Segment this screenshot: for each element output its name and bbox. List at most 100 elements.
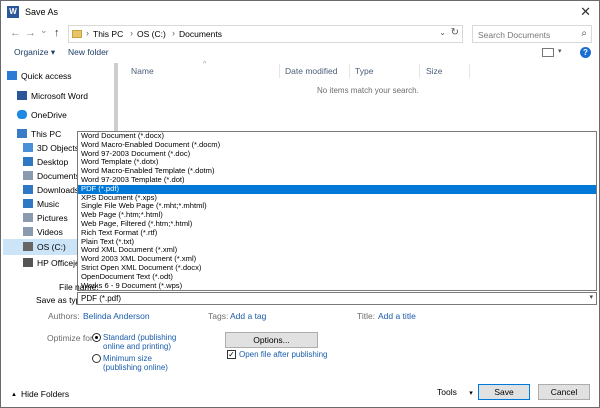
sidebar-item-microsoft-word[interactable]: Microsoft Word [17,91,88,105]
sidebar-item-label: Videos [37,227,63,237]
optimize-minimum-label-line2[interactable]: (publishing online) [103,363,168,372]
close-icon[interactable]: ✕ [580,4,591,20]
authors-label: Authors: [48,311,80,321]
sidebar-item-3d-objects[interactable]: 3D Objects [23,143,79,157]
hide-folders-button[interactable]: ▲ Hide Folders [11,389,69,399]
title-field[interactable]: Add a title [378,311,416,321]
sidebar-item-label: Pictures [37,213,68,223]
view-options-icon[interactable] [542,48,554,57]
dialog-title: Save As [25,7,59,17]
address-row: ← → ⌄ ↑ › This PC › OS (C:) › Documents … [1,23,599,45]
column-divider[interactable] [419,64,420,78]
save-as-type-select[interactable]: PDF (*.pdf) ▾ [77,292,597,305]
column-header-size[interactable]: Size [426,66,443,76]
refresh-icon[interactable]: ↻ [451,27,459,38]
organize-button[interactable]: Organize ▾ [14,47,55,58]
cloud-icon [17,110,27,119]
options-button[interactable]: Options... [225,332,318,348]
save-as-dialog: W Save As ✕ ← → ⌄ ↑ › This PC › OS (C:) … [0,0,600,408]
save-button[interactable]: Save [478,384,530,400]
download-icon [23,185,33,194]
star-icon [7,71,17,80]
sidebar-item-label: OS (C:) [37,242,66,252]
videos-icon [23,227,33,236]
dialog-footer: ▲ Hide Folders Tools ▾ Save Cancel [1,379,599,407]
optimize-standard-label-line2[interactable]: online and printing) [103,342,171,351]
file-name-label: File name: [59,282,99,292]
type-option[interactable]: Works 6 - 9 Document (*.wps) [78,281,596,291]
tools-button[interactable]: Tools ▾ [437,387,473,397]
column-header-name[interactable]: Name [131,66,154,76]
open-after-publishing-label[interactable]: Open file after publishing [239,350,328,359]
optimize-standard-radio[interactable] [92,333,101,342]
help-icon[interactable]: ? [580,47,591,58]
optimize-minimum-radio[interactable] [92,354,101,363]
caret-up-icon: ▲ [11,392,17,398]
breadcrumb-separator: › [130,28,133,38]
sidebar-item-desktop[interactable]: Desktop [23,157,68,171]
drive-icon [23,242,33,251]
cube-icon [23,143,33,152]
hide-folders-label: Hide Folders [20,389,70,399]
forward-arrow-icon[interactable]: → [25,27,36,39]
sidebar-item-label: Desktop [37,157,69,167]
sidebar-item-onedrive[interactable]: OneDrive [17,110,67,124]
sidebar-item-label: Microsoft Word [31,91,88,101]
optimize-minimum-label-line1[interactable]: Minimum size [103,354,152,363]
title-bar: W Save As ✕ [1,1,599,23]
search-placeholder: Search Documents [478,30,551,40]
sidebar-item-label: Documents [37,171,80,181]
column-header-type[interactable]: Type [355,66,373,76]
type-option[interactable]: Word 97-2003 Template (*.dot) [78,175,596,185]
view-dropdown-icon[interactable]: ▾ [558,47,562,55]
sidebar-item-pictures[interactable]: Pictures [23,213,68,227]
authors-field[interactable]: Belinda Anderson [83,311,150,321]
sort-indicator-icon: ^ [203,61,207,68]
sidebar-item-label: Downloads [37,185,80,195]
cancel-button[interactable]: Cancel [538,384,590,400]
back-arrow-icon[interactable]: ← [10,27,21,39]
column-divider[interactable] [279,64,280,78]
optimize-standard-label-line1[interactable]: Standard (publishing [103,333,176,342]
sidebar-item-label: This PC [31,129,62,139]
breadcrumb-os-c[interactable]: OS (C:) [137,29,166,39]
sidebar-item-this-pc[interactable]: This PC [17,129,61,143]
column-divider[interactable] [349,64,350,78]
folder-icon [72,30,82,38]
open-after-publishing-checkbox[interactable]: ✓ [227,350,236,359]
breadcrumb-documents[interactable]: Documents [179,29,222,39]
column-divider[interactable] [469,64,470,78]
sidebar-item-label: 3D Objects [37,143,80,153]
breadcrumb-separator: › [172,28,175,38]
search-icon[interactable]: ⌕ [581,28,587,39]
type-option[interactable]: Rich Text Format (*.rtf) [78,228,596,238]
sidebar-item-downloads[interactable]: Downloads [23,185,79,199]
address-dropdown-icon[interactable]: ⌄ [439,28,446,37]
sidebar-item-label: Quick access [21,71,72,81]
tags-field[interactable]: Add a tag [230,311,266,321]
empty-message: No items match your search. [317,86,419,95]
title-label: Title: [357,311,376,321]
tools-label: Tools [437,387,457,397]
search-box[interactable]: Search Documents ⌕ [472,25,592,43]
sidebar-item-quick-access[interactable]: Quick access [7,71,72,85]
address-bar[interactable]: › This PC › OS (C:) › Documents ⌄ ↻ [68,25,463,43]
breadcrumb-separator: › [86,28,89,38]
desktop-icon [23,157,33,166]
sidebar-item-documents[interactable]: Documents [23,171,80,185]
printer-icon [23,258,33,267]
sidebar-item-music[interactable]: Music [23,199,59,213]
tags-label: Tags: [208,311,229,321]
column-header-date-modified[interactable]: Date modified [285,66,337,76]
save-as-type-list[interactable]: Word Document (*.docx) Word Macro-Enable… [77,131,597,291]
save-as-type-value: PDF (*.pdf) [81,294,122,303]
sidebar-item-label: Music [37,199,60,209]
up-arrow-icon[interactable]: ↑ [54,27,60,39]
breadcrumb-this-pc[interactable]: This PC [93,29,123,39]
new-folder-button[interactable]: New folder [68,47,109,57]
word-icon [17,91,27,100]
chevron-down-icon[interactable]: ▾ [589,293,593,301]
recent-dropdown-icon[interactable]: ⌄ [40,25,48,36]
file-list: ^ Name Date modified Type Size No items … [121,61,599,131]
command-bar: Organize ▾ New folder ▾ ? [1,45,599,61]
